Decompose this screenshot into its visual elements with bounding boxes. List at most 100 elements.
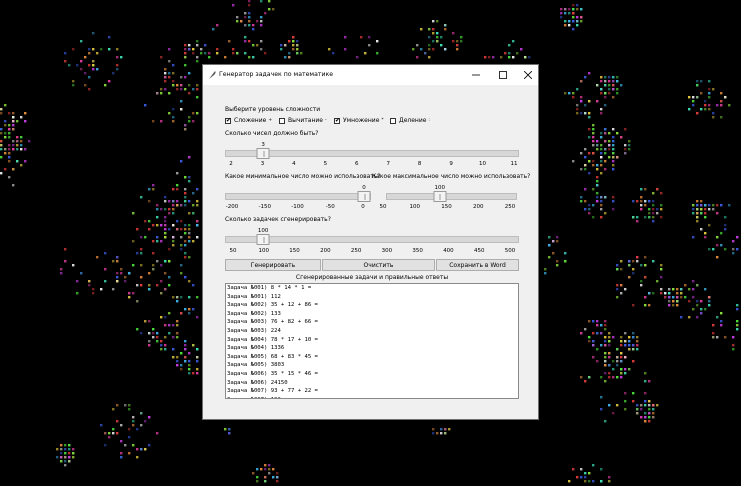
wallpaper-dot: [616, 404, 619, 407]
wallpaper-dot: [188, 44, 191, 47]
checkbox-box[interactable]: [279, 117, 285, 124]
wallpaper-dot: [428, 28, 431, 31]
wallpaper-dot: [644, 412, 647, 415]
wallpaper-dot: [188, 92, 191, 95]
slider-thumb[interactable]: [357, 191, 371, 202]
menu-button-multiplication[interactable]: *: [381, 118, 383, 123]
menu-button-subtraction[interactable]: -: [325, 118, 327, 123]
wallpaper-dot: [616, 268, 619, 271]
minimize-button[interactable]: [464, 65, 488, 85]
wallpaper-dot: [172, 208, 175, 211]
wallpaper-dot: [4, 152, 7, 155]
wallpaper-dot: [588, 112, 591, 115]
wallpaper-dot: [164, 76, 167, 79]
wallpaper-dot: [600, 208, 603, 211]
wallpaper-dot: [612, 200, 615, 203]
generate-button[interactable]: Генерировать: [225, 259, 321, 271]
wallpaper-dot: [624, 368, 627, 371]
wallpaper-dot: [172, 296, 175, 299]
wallpaper-dot: [628, 264, 631, 267]
close-button[interactable]: [516, 65, 540, 85]
wallpaper-dot: [172, 200, 175, 203]
wallpaper-dot: [188, 48, 191, 51]
wallpaper-dot: [724, 224, 727, 227]
wallpaper-dot: [368, 36, 371, 39]
maximize-button[interactable]: [491, 65, 515, 85]
wallpaper-dot: [696, 112, 699, 115]
title-bar[interactable]: Генератор задачек по математике: [203, 65, 538, 85]
wallpaper-dot: [156, 332, 159, 335]
wallpaper-dot: [604, 212, 607, 215]
checkbox-multiplication[interactable]: ✔ Умножение *: [334, 117, 384, 124]
wallpaper-dot: [152, 336, 155, 339]
wallpaper-dot: [580, 100, 583, 103]
wallpaper-dot: [612, 208, 615, 211]
wallpaper-dot: [184, 240, 187, 243]
wallpaper-dot: [576, 4, 579, 7]
wallpaper-dot: [696, 80, 699, 83]
wallpaper-dot: [132, 424, 135, 427]
task-count-slider[interactable]: 100: [225, 228, 519, 246]
wallpaper-dot: [580, 332, 583, 335]
checkbox-division[interactable]: Деление :: [390, 117, 430, 124]
wallpaper-dot: [268, 472, 271, 475]
wallpaper-dot: [188, 232, 191, 235]
wallpaper-dot: [256, 480, 259, 483]
wallpaper-dot: [68, 444, 71, 447]
count-numbers-slider[interactable]: 3: [225, 142, 519, 160]
min-number-slider[interactable]: 0: [225, 185, 371, 203]
tick-label: 50: [379, 204, 387, 210]
menu-button-addition[interactable]: +: [268, 118, 272, 123]
wallpaper-dot: [660, 292, 663, 295]
wallpaper-dot: [704, 204, 707, 207]
wallpaper-dot: [608, 148, 611, 151]
wallpaper-dot: [596, 140, 599, 143]
checkbox-addition[interactable]: ✔ Сложение +: [225, 117, 272, 124]
wallpaper-dot: [128, 296, 131, 299]
wallpaper-dot: [144, 104, 147, 107]
wallpaper-dot: [188, 372, 191, 375]
wallpaper-dot: [88, 280, 91, 283]
wallpaper-dot: [436, 40, 439, 43]
wallpaper-dot: [564, 8, 567, 11]
wallpaper-dot: [608, 352, 611, 355]
wallpaper-dot: [184, 188, 187, 191]
wallpaper-dot: [696, 300, 699, 303]
wallpaper-dot: [648, 216, 651, 219]
slider-trough[interactable]: [386, 193, 517, 200]
slider-trough[interactable]: [225, 193, 371, 200]
checkbox-subtraction[interactable]: Вычитание -: [279, 117, 327, 124]
wallpaper-dot: [216, 52, 219, 55]
output-textbox[interactable]: Задача №001) 8 * 14 * 1 = Задача №001) 11…: [225, 283, 519, 399]
wallpaper-dot: [512, 56, 515, 59]
wallpaper-dot: [572, 28, 575, 31]
wallpaper-dot: [568, 12, 571, 15]
wallpaper-dot: [112, 288, 115, 291]
checkbox-box[interactable]: ✔: [225, 117, 231, 124]
wallpaper-dot: [152, 328, 155, 331]
wallpaper-dot: [104, 444, 107, 447]
checkbox-box[interactable]: [390, 117, 396, 124]
wallpaper-dot: [436, 20, 439, 23]
wallpaper-dot: [572, 468, 575, 471]
wallpaper-dot: [592, 332, 595, 335]
wallpaper-dot: [88, 284, 91, 287]
wallpaper-dot: [588, 72, 591, 75]
save-to-word-button[interactable]: Сохранить в Word: [436, 259, 519, 271]
wallpaper-dot: [64, 248, 67, 251]
clear-button[interactable]: Очистить: [322, 259, 435, 271]
wallpaper-dot: [100, 424, 103, 427]
slider-thumb[interactable]: [433, 191, 447, 202]
slider-thumb[interactable]: [256, 148, 270, 159]
wallpaper-dot: [716, 212, 719, 215]
wallpaper-dot: [616, 288, 619, 291]
checkbox-box[interactable]: ✔: [334, 117, 340, 124]
slider-thumb[interactable]: [256, 234, 270, 245]
wallpaper-dot: [120, 56, 123, 59]
tick-label: 6: [355, 161, 359, 167]
max-number-slider[interactable]: 100: [386, 185, 517, 203]
wallpaper-dot: [292, 44, 295, 47]
wallpaper-dot: [176, 228, 179, 231]
menu-button-division[interactable]: :: [428, 118, 430, 123]
wallpaper-dot: [176, 300, 179, 303]
